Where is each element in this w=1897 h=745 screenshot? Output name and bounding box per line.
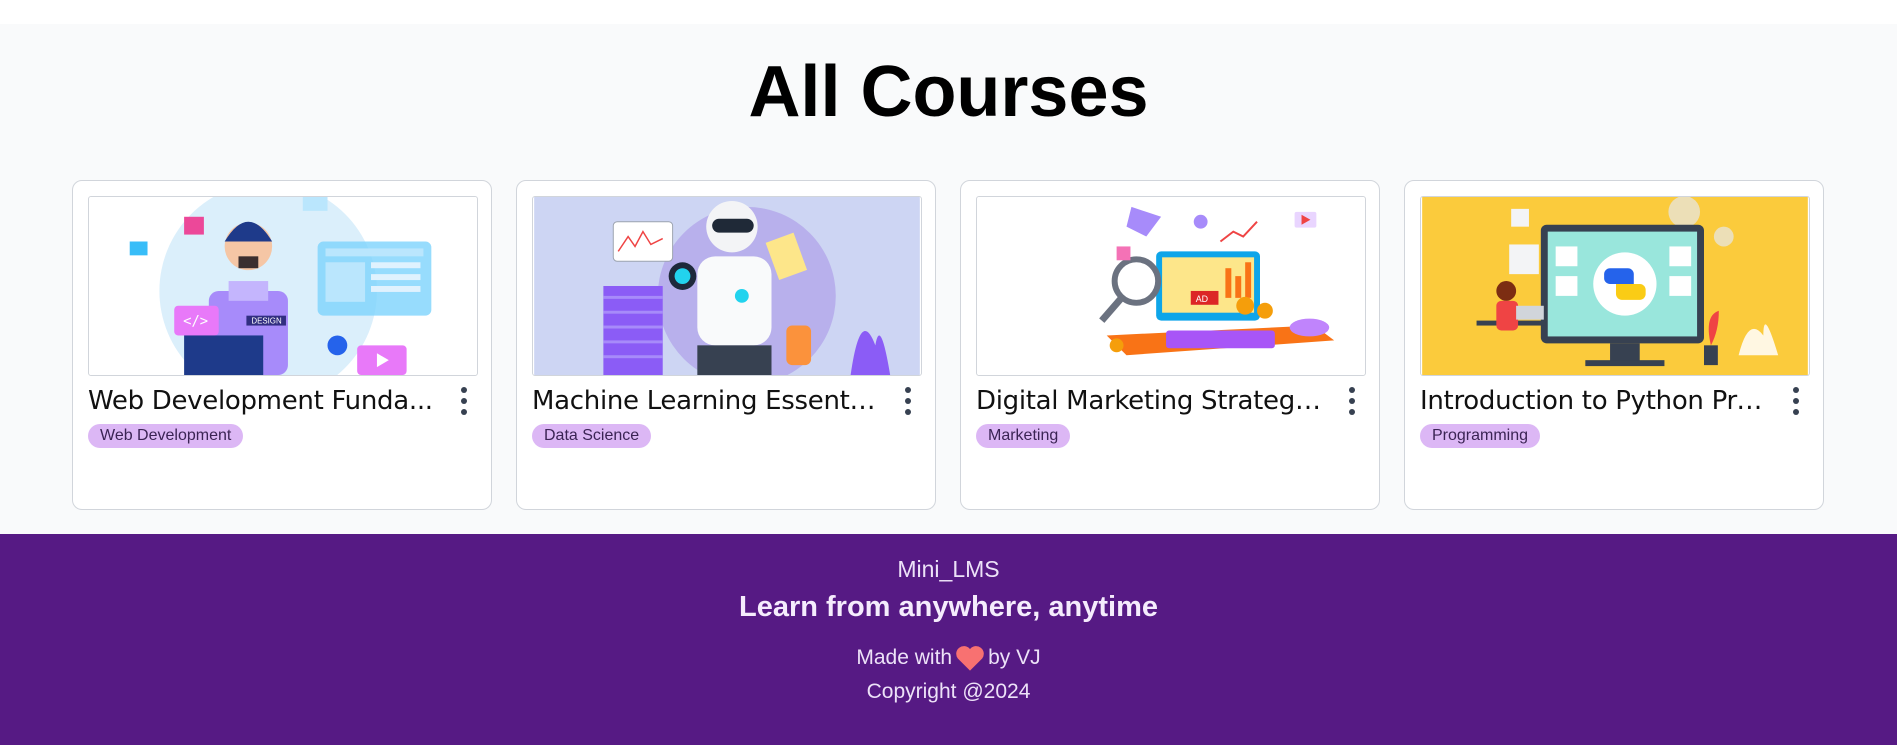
- svg-text:</>: </>: [183, 314, 208, 330]
- heart-icon: [956, 646, 984, 671]
- course-card[interactable]: DESIGN </> Web Development Funda... Web …: [72, 180, 492, 510]
- category-badge: Programming: [1420, 424, 1541, 448]
- footer-copyright: Copyright @2024: [866, 680, 1031, 703]
- more-options-icon[interactable]: [896, 386, 920, 416]
- course-title[interactable]: Introduction to Python Pro...: [1420, 386, 1770, 416]
- site-footer: Mini_LMS Learn from anywhere, anytime Ma…: [0, 534, 1897, 745]
- footer-made-with: Made with by VJ: [0, 644, 1897, 672]
- more-options-icon[interactable]: [452, 386, 476, 416]
- footer-brand: Mini_LMS: [897, 556, 1000, 582]
- course-thumbnail[interactable]: DESIGN </>: [88, 196, 478, 376]
- more-options-icon[interactable]: [1340, 386, 1364, 416]
- web-dev-illustration: DESIGN </>: [90, 197, 476, 375]
- made-with-prefix: Made with: [856, 646, 953, 669]
- course-title[interactable]: Web Development Funda...: [88, 386, 433, 416]
- course-card[interactable]: AD Digital Marketing Strategies Marketin…: [960, 180, 1380, 510]
- course-title[interactable]: Machine Learning Essentials: [532, 386, 882, 416]
- more-options-icon[interactable]: [1784, 386, 1808, 416]
- top-bar: [0, 0, 1897, 24]
- category-badge: Web Development: [88, 424, 244, 448]
- svg-text:AD: AD: [1196, 294, 1208, 304]
- python-illustration: [1422, 197, 1808, 375]
- course-grid: DESIGN </> Web Development Funda... Web …: [72, 180, 1824, 510]
- course-thumbnail[interactable]: AD: [976, 196, 1366, 376]
- page-title: All Courses: [748, 52, 1149, 132]
- course-card[interactable]: Machine Learning Essentials Data Science: [516, 180, 936, 510]
- course-card[interactable]: Introduction to Python Pro... Programmin…: [1404, 180, 1824, 510]
- main-content: All Courses DESIGN </> Web Development F…: [0, 24, 1897, 534]
- course-thumbnail[interactable]: [1420, 196, 1810, 376]
- svg-text:DESIGN: DESIGN: [251, 317, 282, 326]
- robot-illustration: [534, 197, 920, 375]
- made-with-suffix: by VJ: [988, 646, 1041, 669]
- course-thumbnail[interactable]: [532, 196, 922, 376]
- course-title[interactable]: Digital Marketing Strategies: [976, 386, 1326, 416]
- footer-tagline: Learn from anywhere, anytime: [738, 591, 1159, 623]
- category-badge: Marketing: [976, 424, 1071, 448]
- category-badge: Data Science: [532, 424, 652, 448]
- marketing-illustration: AD: [978, 197, 1364, 375]
